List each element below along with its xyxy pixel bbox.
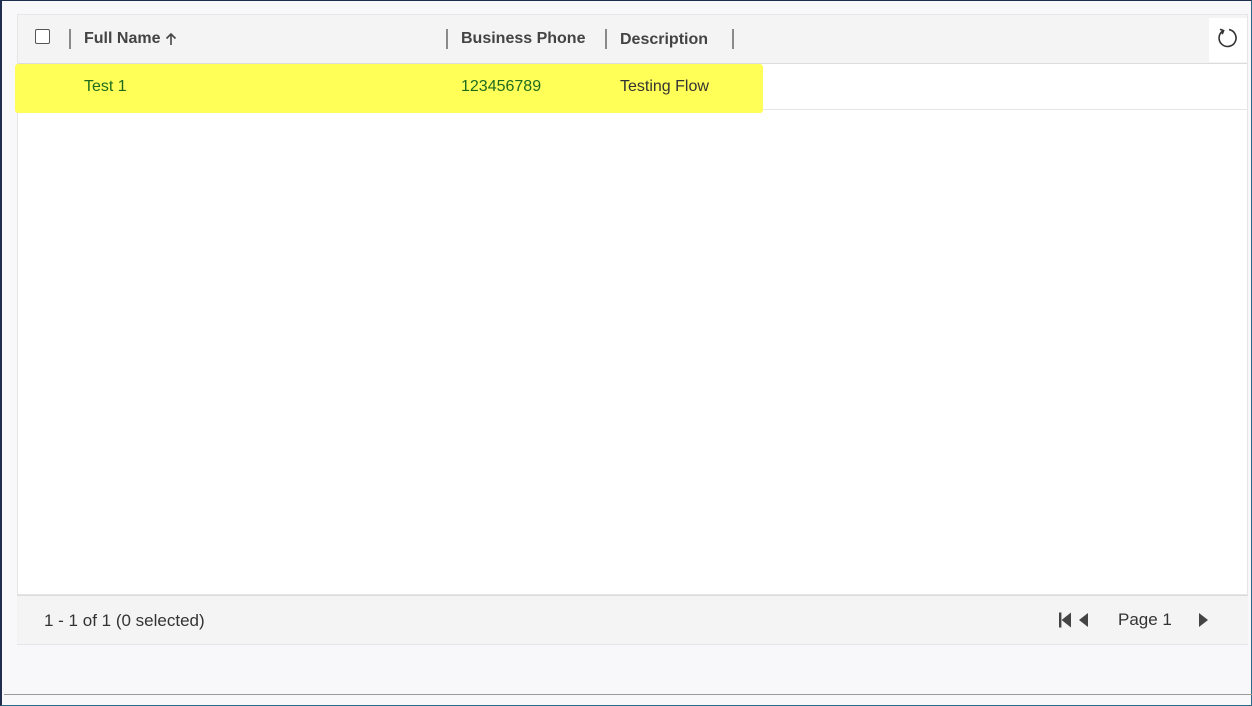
previous-page-icon xyxy=(1077,611,1089,634)
bottom-divider xyxy=(4,694,1252,695)
record-count: 1 - 1 of 1 (0 selected) xyxy=(44,611,205,630)
page-label: Page 1 xyxy=(1118,610,1172,629)
column-header-label: Business Phone xyxy=(461,30,586,47)
first-page-icon xyxy=(1058,611,1072,634)
column-divider[interactable] xyxy=(69,29,71,49)
column-header-label: Description xyxy=(620,31,709,48)
column-header-full-name[interactable]: Full Name xyxy=(84,30,177,48)
refresh-icon xyxy=(1216,26,1240,55)
grid-header: Full Name Business Phone Description xyxy=(18,15,1247,64)
column-divider[interactable] xyxy=(732,29,734,49)
next-page-button[interactable] xyxy=(1194,611,1212,633)
arrow-up-icon xyxy=(165,32,177,46)
column-header-business-phone[interactable]: Business Phone xyxy=(461,30,585,48)
records-grid: Full Name Business Phone Description Tes… xyxy=(15,14,1248,595)
column-header-label: Full Name xyxy=(84,30,161,47)
column-header-description[interactable]: Description xyxy=(620,31,708,49)
column-divider[interactable] xyxy=(446,29,448,49)
refresh-button[interactable] xyxy=(1209,18,1247,62)
cell-full-name[interactable]: Test 1 xyxy=(84,78,127,96)
cell-description: Testing Flow xyxy=(620,78,709,95)
previous-page-button[interactable] xyxy=(1074,611,1092,633)
window-frame: Full Name Business Phone Description Tes… xyxy=(0,0,1252,706)
select-all-checkbox[interactable] xyxy=(35,29,50,44)
column-divider[interactable] xyxy=(605,29,607,49)
first-page-button[interactable] xyxy=(1056,611,1074,633)
table-row[interactable]: Test 1 123456789 Testing Flow xyxy=(15,64,1247,113)
grid-footer: 1 - 1 of 1 (0 selected) Page 1 xyxy=(17,595,1248,645)
next-page-icon xyxy=(1197,611,1209,634)
cell-business-phone[interactable]: 123456789 xyxy=(461,78,541,96)
